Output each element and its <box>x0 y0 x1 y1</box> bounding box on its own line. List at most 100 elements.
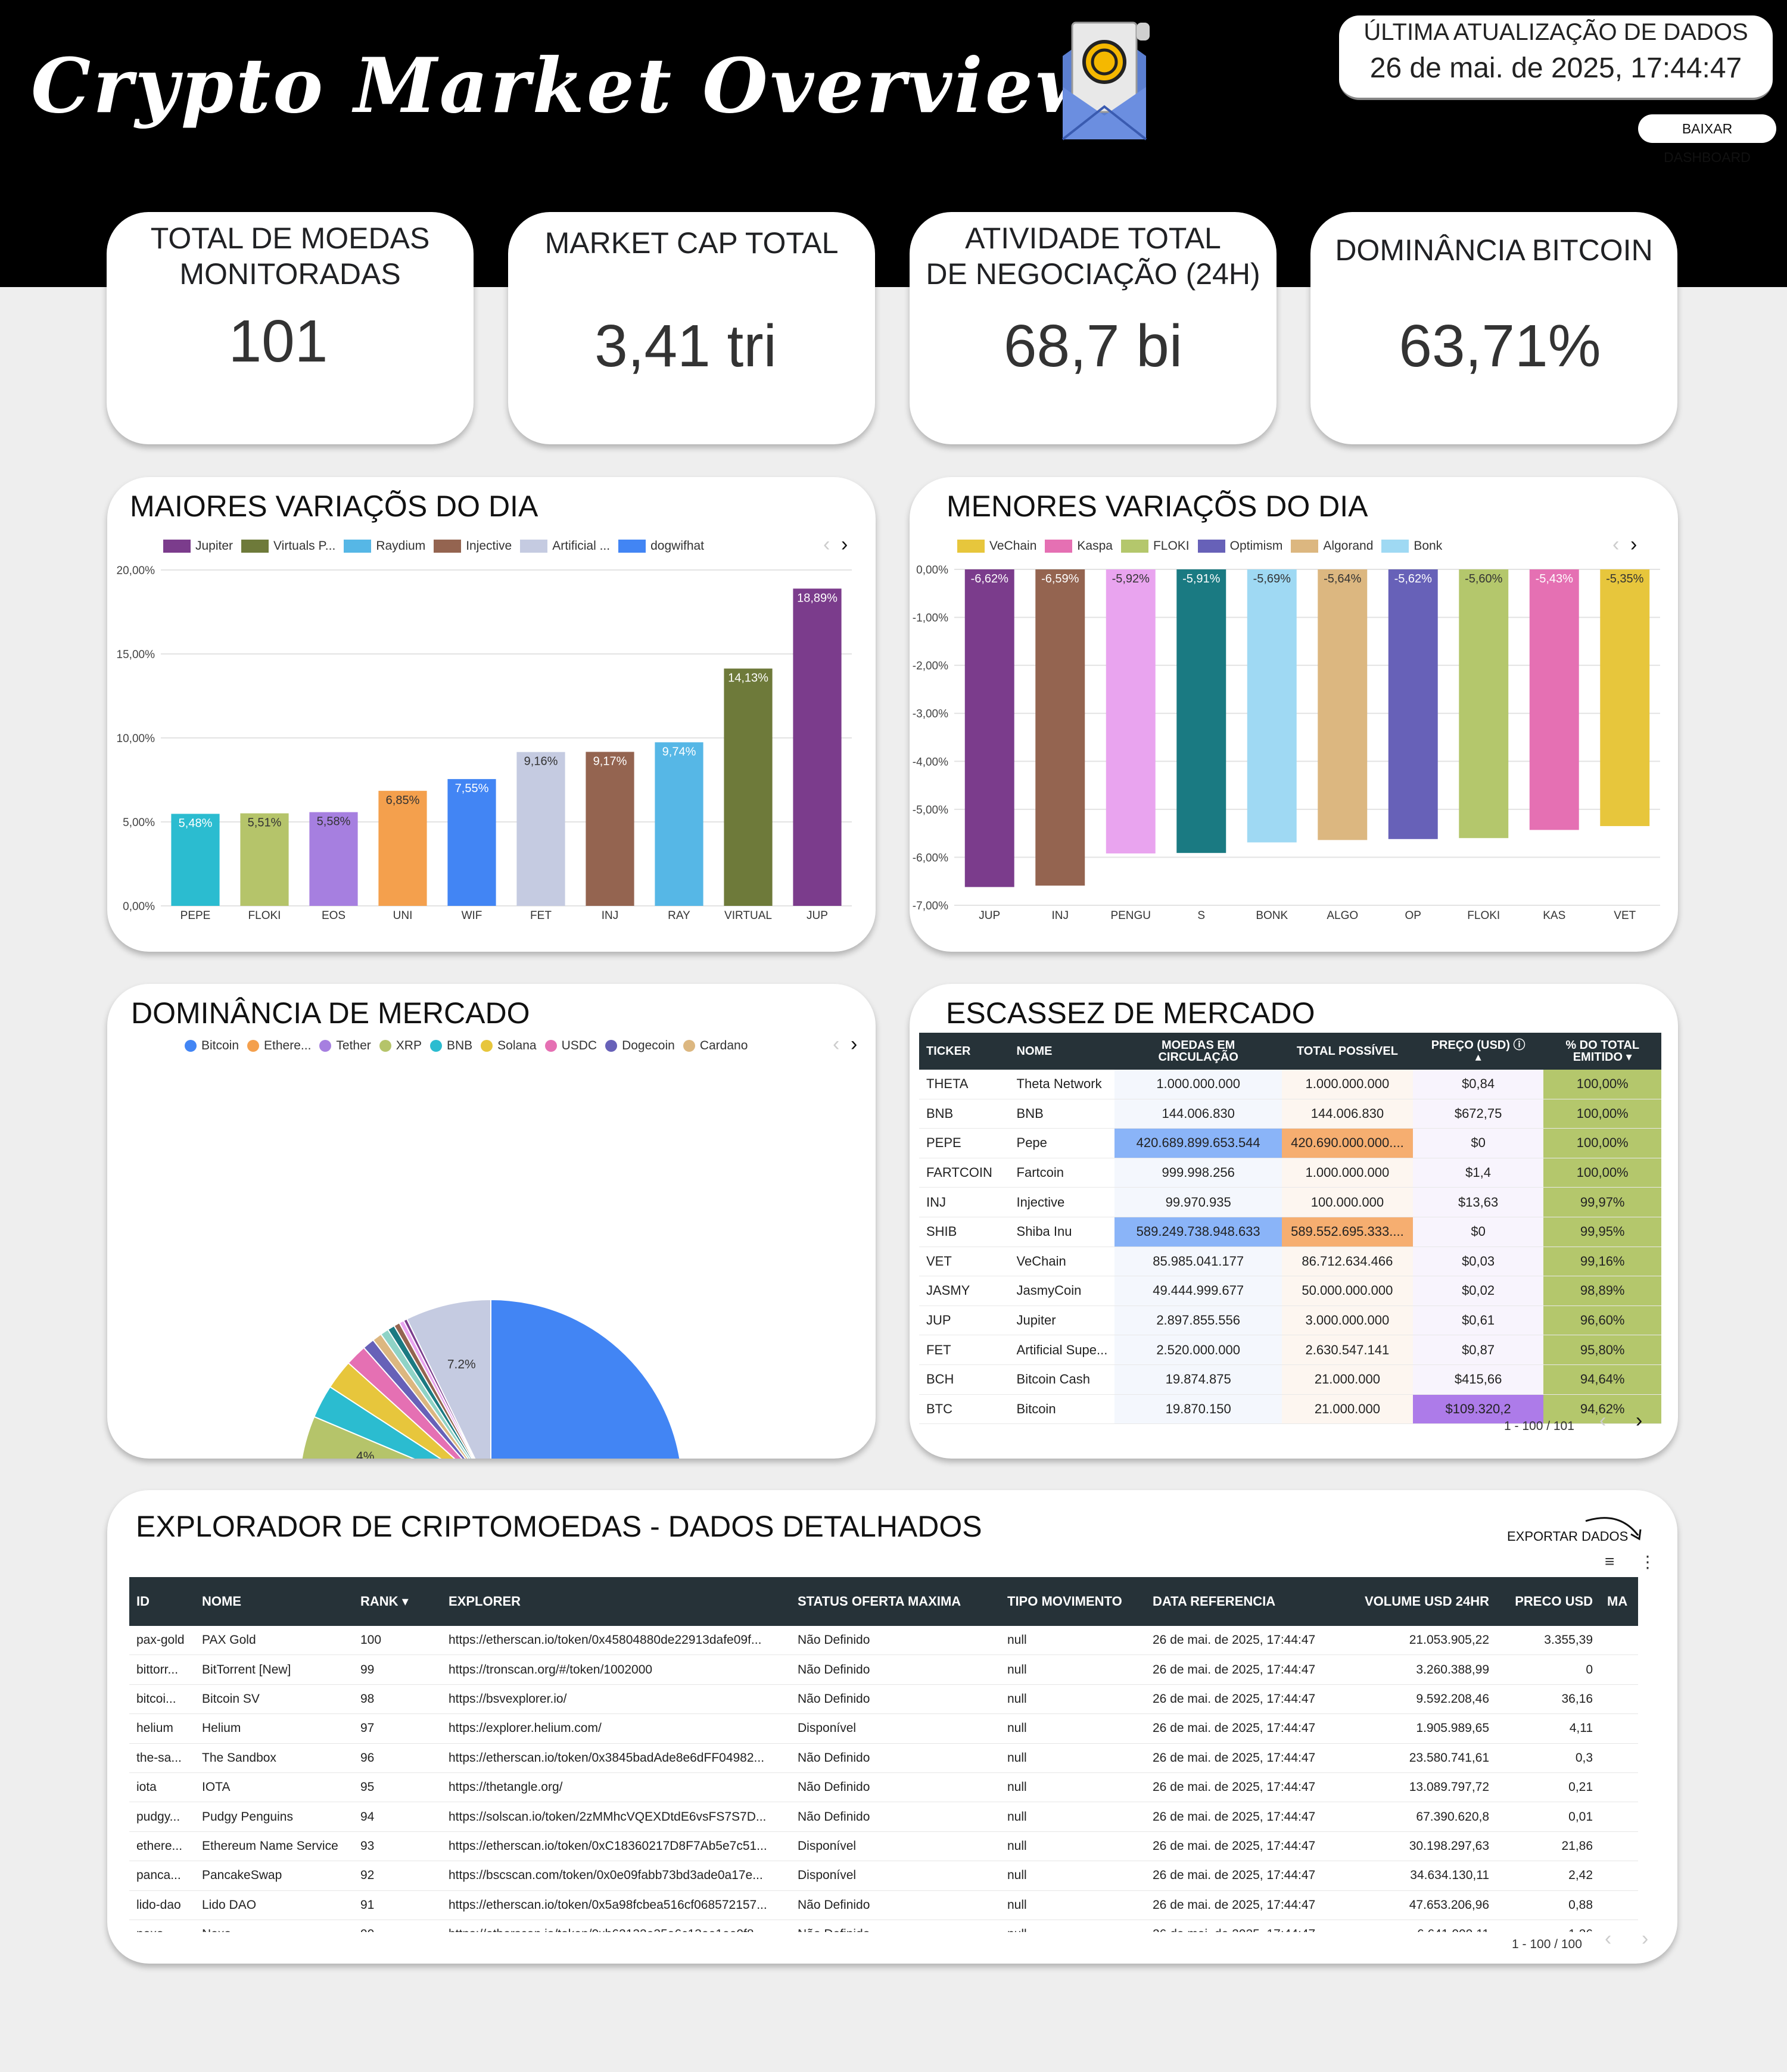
column-header[interactable]: TIPO MOVIMENTO <box>1000 1577 1145 1626</box>
column-header[interactable]: PRECO USD <box>1496 1577 1601 1626</box>
table-cell: 21.000.000 <box>1281 1364 1413 1395</box>
table-row[interactable]: INJ Injective 99.970.935 100.000.000 $13,63 9… <box>919 1187 1661 1217</box>
table-cell: bittorr... <box>129 1655 195 1685</box>
bar[interactable] <box>1247 569 1297 843</box>
column-header[interactable]: TICKER <box>919 1033 1010 1070</box>
table-cell: 100,00% <box>1543 1128 1661 1158</box>
y-tick-label: -1,00% <box>913 612 948 625</box>
table-cell: $0,84 <box>1412 1070 1544 1099</box>
table-cell: 999.998.256 <box>1114 1158 1282 1188</box>
table-row[interactable]: helium Helium 97 https://explorer.helium.co… <box>129 1713 1639 1744</box>
table-row[interactable]: SHIB Shiba Inu 589.249.738.948.633 589.552.… <box>919 1217 1661 1247</box>
data-label: -5,62% <box>1394 572 1433 585</box>
column-header[interactable]: NOME <box>195 1577 353 1626</box>
explorer-link[interactable]: https://etherscan.io/token/0x45804880de2… <box>441 1626 790 1656</box>
bar[interactable] <box>378 790 427 906</box>
table-cell: PAX Gold <box>195 1626 353 1656</box>
chevron-right-icon[interactable]: › <box>1636 1409 1642 1432</box>
table-cell: Jupiter <box>1009 1305 1115 1336</box>
table-cell: iota <box>129 1772 195 1803</box>
filter-icon[interactable]: ≡ <box>1605 1552 1614 1571</box>
explorer-link[interactable]: https://solscan.io/token/2zMMhcVQEXDtdE6… <box>441 1802 790 1832</box>
chevron-left-icon[interactable]: ‹ <box>1599 1409 1606 1432</box>
bar[interactable] <box>964 569 1014 887</box>
table-cell <box>1600 1684 1639 1715</box>
table-cell: Lido DAO <box>195 1890 353 1920</box>
table-cell: 49.444.999.677 <box>1114 1276 1282 1306</box>
bar[interactable] <box>1106 569 1156 853</box>
bar[interactable] <box>1388 569 1438 839</box>
table-cell: Shiba Inu <box>1009 1217 1115 1247</box>
explorer-link[interactable]: https://etherscan.io/token/0xC18360217D8… <box>441 1831 790 1862</box>
bar[interactable] <box>1529 569 1579 830</box>
bar[interactable] <box>1600 569 1650 827</box>
bar[interactable] <box>655 742 703 906</box>
bar[interactable] <box>447 779 496 906</box>
table-row[interactable]: JUP Jupiter 2.897.855.556 3.000.000.000 $0,6… <box>919 1305 1661 1336</box>
column-header[interactable]: VOLUME USD 24HR <box>1358 1577 1497 1626</box>
column-header[interactable]: % DO TOTAL EMITIDO ▾ <box>1543 1033 1661 1070</box>
explorer-link[interactable]: https://bscscan.com/token/0x0e09fabb73bd… <box>441 1861 790 1891</box>
column-header[interactable]: TOTAL POSSÍVEL <box>1281 1033 1413 1070</box>
table-row[interactable]: lido-dao Lido DAO 91 https://etherscan.io/t… <box>129 1890 1639 1920</box>
bar[interactable] <box>793 588 842 906</box>
explorer-link[interactable]: https://explorer.helium.com/ <box>441 1713 790 1744</box>
explorer-link[interactable]: https://etherscan.io/token/0xb62132e35a6… <box>441 1920 790 1932</box>
table-row[interactable]: FARTCOIN Fartcoin 999.998.256 1.000.000.000… <box>919 1158 1661 1188</box>
explorer-link[interactable]: https://tronscan.org/#/token/1002000 <box>441 1655 790 1685</box>
bar[interactable] <box>1318 569 1368 840</box>
column-header[interactable]: MOEDAS EM CIRCULAÇÃO <box>1114 1033 1282 1070</box>
table-cell: 85.985.041.177 <box>1114 1247 1282 1277</box>
table-row[interactable]: PEPE Pepe 420.689.899.653.544 420.690.000.0… <box>919 1128 1661 1158</box>
bar[interactable] <box>516 752 565 906</box>
explorer-link[interactable]: https://etherscan.io/token/0x3845badAde8… <box>441 1743 790 1773</box>
x-tick-label: BONK <box>1256 909 1288 922</box>
column-header[interactable]: MA <box>1600 1577 1639 1626</box>
bar[interactable] <box>1035 569 1085 886</box>
data-label: -5,43% <box>1536 572 1574 585</box>
table-row[interactable]: pax-gold PAX Gold 100 https://etherscan.io/… <box>129 1626 1639 1656</box>
table-row[interactable]: VET VeChain 85.985.041.177 86.712.634.466 $0… <box>919 1247 1661 1277</box>
explorer-link[interactable]: https://thetangle.org/ <box>441 1772 790 1803</box>
table-row[interactable]: panca... PancakeSwap 92 https://bscscan.com… <box>129 1861 1639 1891</box>
column-header[interactable]: STATUS OFERTA MAXIMA <box>790 1577 1000 1626</box>
chevron-right-icon[interactable]: › <box>1642 1927 1648 1951</box>
chevron-left-icon[interactable]: ‹ <box>1605 1927 1611 1951</box>
bar[interactable] <box>724 668 773 906</box>
table-cell: 95 <box>353 1772 441 1803</box>
x-tick-label: FLOKI <box>248 909 281 922</box>
table-row[interactable]: FET Artificial Supe... 2.520.000.000 2.630.… <box>919 1335 1661 1365</box>
table-row[interactable]: bittorr... BitTorrent [New] 99 https://tron… <box>129 1655 1639 1685</box>
table-row[interactable]: the-sa... The Sandbox 96 https://etherscan.… <box>129 1743 1639 1773</box>
table-row[interactable]: JASMY JasmyCoin 49.444.999.677 50.000.000.0… <box>919 1276 1661 1306</box>
bar[interactable] <box>1176 569 1226 853</box>
bar[interactable] <box>1459 569 1509 839</box>
table-row[interactable]: nexoNexo90https://etherscan.io/token/0xb… <box>129 1920 1639 1932</box>
table-cell: FARTCOIN <box>919 1158 1010 1188</box>
download-dashboard-button[interactable]: BAIXAR DASHBOARD <box>1638 114 1776 165</box>
explorer-table-viewport: ID NOME RANK ▾ EXPLORER STATUS OFERTA MA… <box>129 1577 1666 1932</box>
table-cell: 34.634.130,11 <box>1358 1861 1497 1891</box>
column-header[interactable]: ID <box>129 1577 195 1626</box>
table-cell: 0,3 <box>1496 1743 1601 1773</box>
column-header[interactable]: EXPLORER <box>441 1577 790 1626</box>
more-options-icon[interactable]: ⋮ <box>1639 1552 1656 1572</box>
table-cell: null <box>1000 1920 1145 1932</box>
table-row[interactable]: BNB BNB 144.006.830 144.006.830 $672,75 100,0… <box>919 1099 1661 1129</box>
table-cell: Não Definido <box>790 1920 1000 1932</box>
table-row[interactable]: iota IOTA 95 https://thetangle.org/Não Defi… <box>129 1772 1639 1803</box>
table-cell: PancakeSwap <box>195 1861 353 1891</box>
table-row[interactable]: pudgy... Pudgy Penguins 94 https://solscan.… <box>129 1802 1639 1832</box>
column-header[interactable]: NOME <box>1009 1033 1115 1070</box>
column-header[interactable]: PREÇO (USD) ⓘ ▴ <box>1412 1033 1544 1070</box>
explorer-link[interactable]: https://bsvexplorer.io/ <box>441 1684 790 1715</box>
table-row[interactable]: ethere... Ethereum Name Service 93 https://… <box>129 1831 1639 1862</box>
table-row[interactable]: bitcoi... Bitcoin SV 98 https://bsvexplorer… <box>129 1684 1639 1715</box>
table-row[interactable]: BCH Bitcoin Cash 19.874.875 21.000.000 $415,… <box>919 1364 1661 1395</box>
bar[interactable] <box>586 752 634 906</box>
column-header[interactable]: RANK ▾ <box>353 1577 441 1626</box>
explorer-link[interactable]: https://etherscan.io/token/0x5a98fcbea51… <box>441 1890 790 1920</box>
table-cell <box>1600 1890 1639 1920</box>
column-header[interactable]: DATA REFERENCIA <box>1145 1577 1358 1626</box>
table-row[interactable]: THETA Theta Network 1.000.000.000 1.000.000… <box>919 1070 1661 1099</box>
